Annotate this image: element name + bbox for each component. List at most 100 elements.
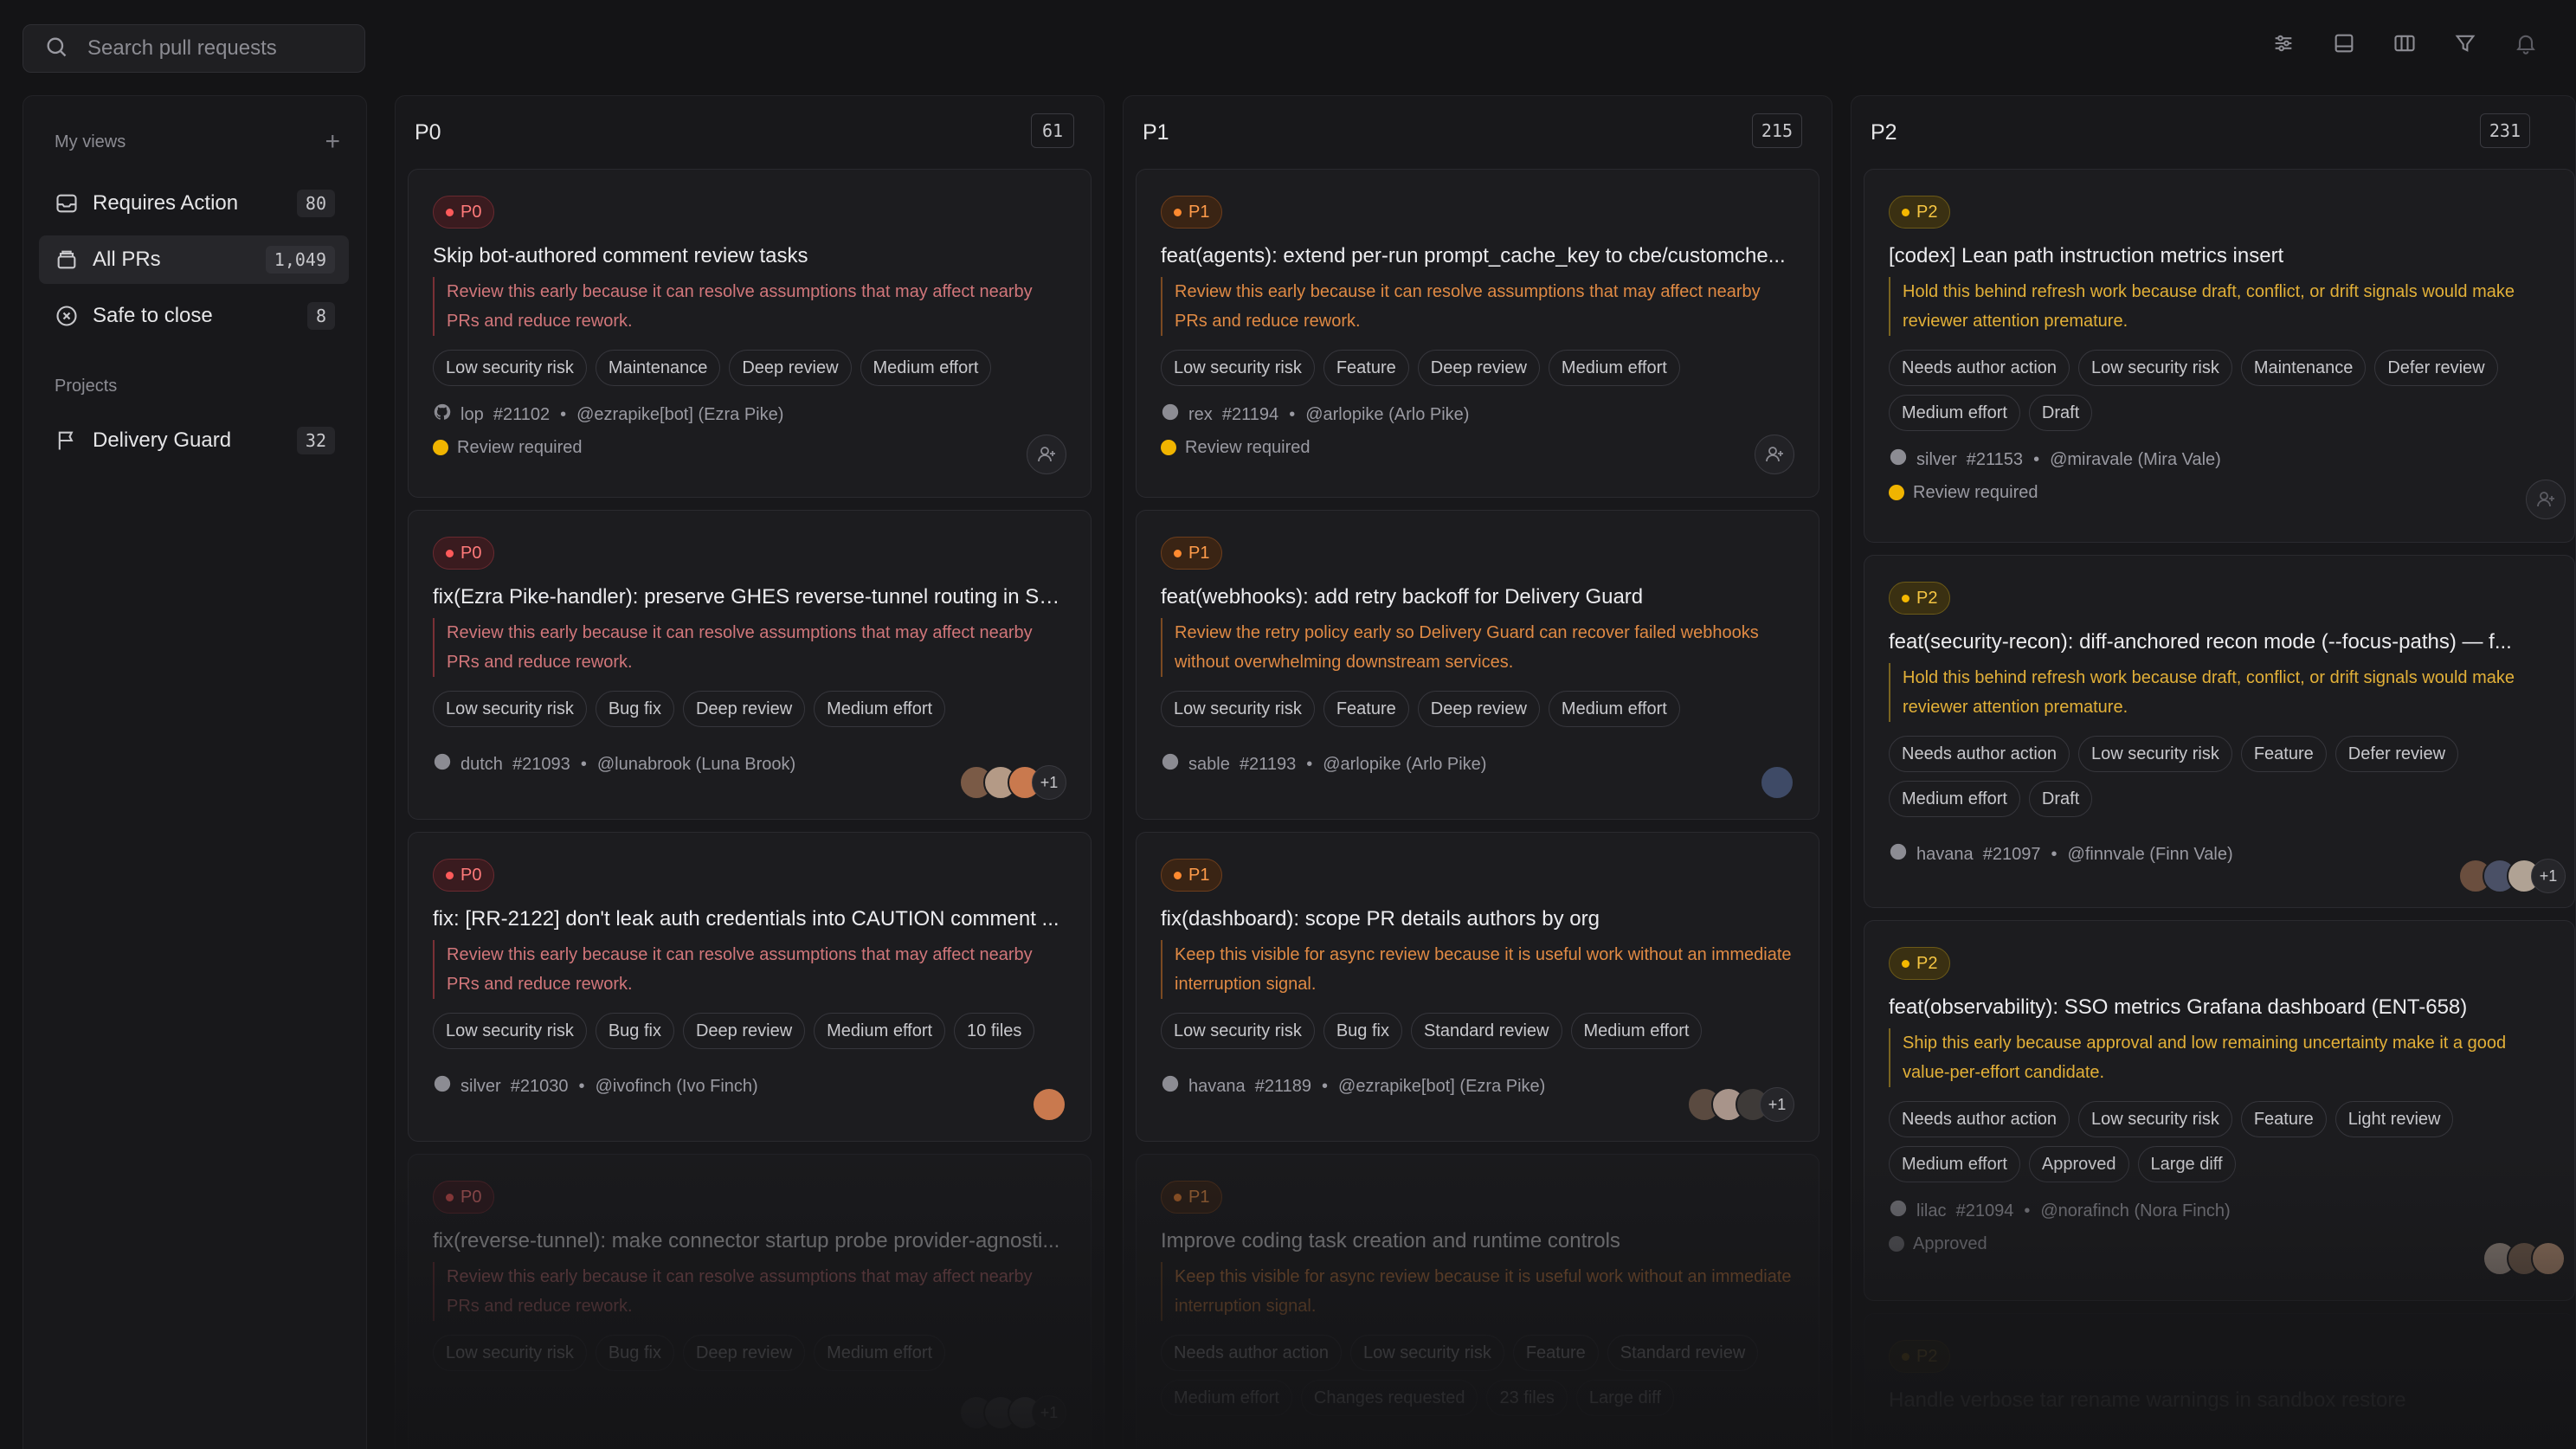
tag: Low security risk [2078,350,2232,386]
pr-title[interactable]: fix(Ezra Pike-handler): preserve GHES re… [433,585,1066,609]
column-title: P0 [415,120,441,145]
tag: Medium effort [814,1335,946,1371]
pr-title[interactable]: feat(observability): SSO metrics Grafana… [1889,995,2550,1020]
status-dot [433,440,448,455]
pr-title[interactable]: fix(reverse-tunnel): make connector star… [433,1229,1066,1253]
priority-badge: P2 [1889,947,1951,980]
repo-name: lilac [1916,1201,1947,1220]
bell-icon[interactable] [2514,31,2538,55]
tag: Deep review [682,691,806,727]
pr-number[interactable]: #21094 [1956,1201,2014,1221]
pr-number[interactable]: #21093 [512,755,570,775]
priority-badge: P1 [1161,859,1223,892]
sidebar-item-all-prs[interactable]: All PRs 1,049 [39,235,349,284]
filter-icon[interactable] [2453,31,2477,55]
github-icon [1889,842,1916,866]
reviewer-avatars[interactable] [1760,765,1794,800]
pr-note: Review this early because it can resolve… [433,618,1066,677]
column-title: P1 [1143,120,1169,145]
sidebar-item-label: Safe to close [93,304,213,327]
pr-card[interactable]: P0 fix(Ezra Pike-handler): preserve GHES… [408,510,1092,820]
tag: Light review [2334,1101,2454,1137]
assign-reviewer-button[interactable] [1755,435,1794,474]
pr-number[interactable]: #21102 [493,405,550,425]
tag: Deep review [682,1335,806,1371]
github-icon [1161,752,1188,776]
columns-icon[interactable] [2392,31,2417,55]
more-avatars: +1 [1032,1395,1066,1430]
pr-title[interactable]: Handle verbose tar rename warnings in sa… [1889,1388,2550,1413]
column-p2: P2 231 P2 [codex] Lean path instruction … [1851,95,2576,1449]
pr-card[interactable]: P0 fix: [RR-2122] don't leak auth creden… [408,832,1092,1142]
add-view-button[interactable]: + [325,129,340,155]
pr-number[interactable]: #21189 [1255,1077,1311,1097]
repo-name: havana [1916,844,1974,864]
pr-card[interactable]: P1 fix(dashboard): scope PR details auth… [1136,832,1819,1142]
tag: Defer review [2334,736,2459,772]
priority-badge: P1 [1161,196,1223,229]
tag: Feature [2240,736,2327,772]
pr-number[interactable]: #21193 [1240,755,1296,775]
pr-card[interactable]: P2 Handle verbose tar rename warnings in… [1864,1313,2575,1449]
pr-title[interactable]: Skip bot-authored comment review tasks [433,244,1066,268]
pr-title[interactable]: fix: [RR-2122] don't leak auth credentia… [433,907,1066,931]
pr-author: @ezrapike[bot] (Ezra Pike) [1338,1076,1546,1096]
reviewer-avatars[interactable]: +1 [2458,859,2566,893]
repo-name: lop [460,404,484,424]
reviewer-avatars[interactable] [2483,1241,2566,1276]
sidebar-item-delivery-guard[interactable]: Delivery Guard 32 [39,416,349,465]
pr-number[interactable]: #21153 [1967,450,2023,470]
reviewer-avatars[interactable] [1032,1087,1066,1122]
sidebar-item-requires-action[interactable]: Requires Action 80 [39,179,349,228]
pr-card[interactable]: P1 feat(webhooks): add retry backoff for… [1136,510,1819,820]
github-icon [1889,448,1916,472]
pr-card[interactable]: P2 feat(observability): SSO metrics Graf… [1864,920,2575,1301]
search-bar[interactable] [23,24,365,73]
tag: Deep review [1417,691,1540,727]
add-user-icon [2537,492,2554,507]
sliders-icon[interactable] [2271,31,2296,55]
sidebar-item-safe-to-close[interactable]: Safe to close 8 [39,292,349,340]
pr-card[interactable]: P2 feat(security-recon): diff-anchored r… [1864,555,2575,908]
reviewer-avatars[interactable]: +1 [959,765,1066,800]
tag: Medium effort [1889,781,2020,817]
search-input[interactable] [86,35,364,61]
priority-badge: P0 [433,859,495,892]
github-icon [433,752,460,776]
repo-name: sable [1188,754,1230,774]
review-status: Review required [1913,482,2038,502]
avatar [2531,1241,2566,1276]
pr-number[interactable]: #21194 [1222,405,1278,425]
tag: Feature [2240,1101,2327,1137]
reviewer-avatars[interactable]: +1 [1687,1087,1794,1122]
pr-author: @arlopike (Arlo Pike) [1323,754,1487,774]
pr-title[interactable]: feat(webhooks): add retry backoff for De… [1161,585,1794,609]
tag: 23 files [1486,1380,1568,1416]
pr-title[interactable]: Improve coding task creation and runtime… [1161,1229,1794,1253]
pr-card[interactable]: P1 feat(agents): extend per-run prompt_c… [1136,169,1819,498]
pr-author: @arlopike (Arlo Pike) [1305,404,1470,424]
pr-card[interactable]: P0 Skip bot-authored comment review task… [408,169,1092,498]
layout-icon[interactable] [2332,31,2356,55]
pr-number[interactable]: #21030 [511,1077,569,1097]
reviewer-avatars[interactable]: +1 [959,1395,1066,1430]
tag: Large diff [1575,1380,1674,1416]
tag: Low security risk [433,691,587,727]
pr-card[interactable]: P0 fix(reverse-tunnel): make connector s… [408,1154,1092,1449]
repo-name: silver [460,1076,501,1096]
tag: Standard review [1410,1013,1562,1049]
github-icon [433,1074,460,1098]
pr-title[interactable]: fix(dashboard): scope PR details authors… [1161,907,1794,931]
pr-card[interactable]: P2 [codex] Lean path instruction metrics… [1864,169,2575,543]
pr-title[interactable]: [codex] Lean path instruction metrics in… [1889,244,2550,268]
pr-title[interactable]: feat(agents): extend per-run prompt_cach… [1161,244,1794,268]
inbox-icon [55,191,79,216]
assign-reviewer-button[interactable] [1027,435,1066,474]
assign-reviewer-button[interactable] [2526,480,2566,519]
tag: Medium effort [1548,350,1680,386]
pr-number[interactable]: #21097 [1983,845,2041,865]
pr-card[interactable]: P1 Improve coding task creation and runt… [1136,1154,1819,1449]
repo-name: dutch [460,754,503,774]
tag: Deep review [1417,350,1540,386]
pr-title[interactable]: feat(security-recon): diff-anchored reco… [1889,630,2550,654]
